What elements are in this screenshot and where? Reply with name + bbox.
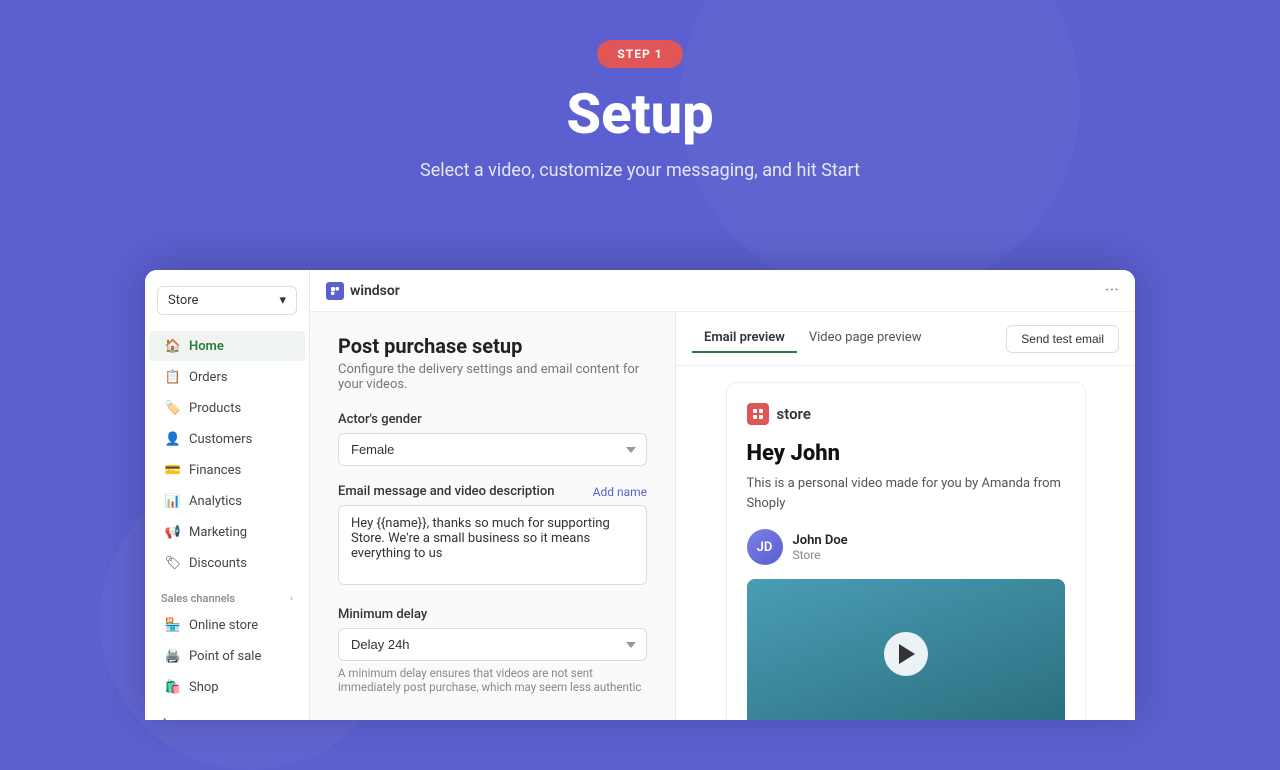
online-store-icon: 🏪 [165,617,181,633]
sidebar: Store ▾ 🏠 Home 📋 Orders 🏷️ Products 👤 Cu… [145,270,310,720]
add-name-link[interactable]: Add name [593,485,647,499]
products-icon: 🏷️ [165,400,181,416]
sidebar-label-customers: Customers [189,432,252,447]
preview-header: Email preview Video page preview Send te… [676,312,1135,366]
sender-avatar: JD [747,529,783,565]
preview-tabs: Email preview Video page preview [692,324,933,353]
shop-icon: 🛍️ [165,679,181,695]
email-card: store Hey John This is a personal video … [726,382,1086,720]
email-message-group: Email message and video description Add … [338,484,647,589]
store-selector-value: Store [168,293,198,308]
play-triangle-icon [899,644,915,664]
sidebar-item-marketing[interactable]: 📢 Marketing [149,517,305,547]
sidebar-label-discounts: Discounts [189,556,247,571]
analytics-icon: 📊 [165,493,181,509]
windsor-header: windsor ··· [310,270,1135,312]
store-selector[interactable]: Store ▾ [157,286,297,315]
sales-channels-header: Sales channels › [145,584,309,609]
page-subtitle: Select a video, customize your messaging… [0,160,1280,181]
home-icon: 🏠 [165,338,181,354]
sidebar-label-analytics: Analytics [189,494,242,509]
windsor-menu-dots[interactable]: ··· [1105,280,1119,301]
tab-email-preview[interactable]: Email preview [692,324,797,353]
sidebar-item-customers[interactable]: 👤 Customers [149,424,305,454]
sidebar-label-online-store: Online store [189,618,258,633]
marketing-icon: 📢 [165,524,181,540]
email-message-label: Email message and video description [338,484,554,499]
minimum-delay-group: Minimum delay Delay 24h Delay 12h No del… [338,607,647,694]
store-logo-icon [747,403,769,425]
apps-label: Apps [161,716,186,720]
email-store-logo-row: store [747,403,1065,425]
tab-video-preview[interactable]: Video page preview [797,324,934,353]
windsor-logo-text: windsor [350,283,400,299]
sidebar-label-home: Home [189,339,224,354]
email-sender-row: JD John Doe Store [747,529,1065,565]
actor-gender-label: Actor's gender [338,412,647,427]
email-body-text: This is a personal video made for you by… [747,474,1065,513]
sidebar-item-finances[interactable]: 💳 Finances [149,455,305,485]
minimum-delay-label: Minimum delay [338,607,647,622]
sidebar-label-orders: Orders [189,370,228,385]
video-thumbnail[interactable] [747,579,1065,720]
sales-channels-label: Sales channels [161,592,235,605]
sidebar-item-shop[interactable]: 🛍️ Shop [149,672,305,702]
customers-icon: 👤 [165,431,181,447]
windsor-logo: windsor [326,282,400,300]
sidebar-item-products[interactable]: 🏷️ Products [149,393,305,423]
content-subtitle: Configure the delivery settings and emai… [338,362,647,392]
form-content: Post purchase setup Configure the delive… [310,312,675,720]
step-badge: STEP 1 [597,40,682,68]
sales-channels-chevron[interactable]: › [290,593,293,604]
sidebar-label-shop: Shop [189,680,219,695]
actor-gender-group: Actor's gender Female Male [338,412,647,466]
minimum-delay-select[interactable]: Delay 24h Delay 12h No delay [338,628,647,661]
sidebar-item-point-of-sale[interactable]: 🖨️ Point of sale [149,641,305,671]
discounts-icon: 🏷 [165,555,181,571]
play-button[interactable] [884,632,928,676]
send-test-email-button[interactable]: Send test email [1006,325,1119,353]
content-area: windsor ··· Post purchase setup Configur… [310,270,1135,720]
sidebar-label-products: Products [189,401,241,416]
email-message-textarea[interactable]: Hey {{name}}, thanks so much for support… [338,505,647,585]
sidebar-label-marketing: Marketing [189,525,247,540]
sidebar-label-point-of-sale: Point of sale [189,649,261,664]
apps-header: Apps › [145,708,309,720]
sidebar-label-finances: Finances [189,463,241,478]
sender-store: Store [793,548,848,562]
actor-gender-select[interactable]: Female Male [338,433,647,466]
store-name: store [777,405,811,423]
orders-icon: 📋 [165,369,181,385]
email-message-label-row: Email message and video description Add … [338,484,647,499]
windsor-icon-svg [330,286,340,296]
minimum-delay-hint: A minimum delay ensures that videos are … [338,666,647,694]
sender-name: John Doe [793,533,848,548]
email-preview-content: store Hey John This is a personal video … [676,366,1135,720]
store-selector-chevron: ▾ [279,293,286,308]
finances-icon: 💳 [165,462,181,478]
sender-info: John Doe Store [793,533,848,562]
email-greeting: Hey John [747,441,1065,466]
sidebar-item-analytics[interactable]: 📊 Analytics [149,486,305,516]
content-title: Post purchase setup [338,334,647,358]
main-window: Store ▾ 🏠 Home 📋 Orders 🏷️ Products 👤 Cu… [145,270,1135,720]
sidebar-item-orders[interactable]: 📋 Orders [149,362,305,392]
store-icon-svg [752,408,764,420]
sidebar-item-online-store[interactable]: 🏪 Online store [149,610,305,640]
preview-panel: Email preview Video page preview Send te… [675,312,1135,720]
point-of-sale-icon: 🖨️ [165,648,181,664]
sidebar-item-home[interactable]: 🏠 Home [149,331,305,361]
page-title: Setup [0,84,1280,146]
sidebar-item-discounts[interactable]: 🏷 Discounts [149,548,305,578]
middle-right-body: Post purchase setup Configure the delive… [310,312,1135,720]
hero-section: STEP 1 Setup Select a video, customize y… [0,0,1280,181]
windsor-logo-icon [326,282,344,300]
